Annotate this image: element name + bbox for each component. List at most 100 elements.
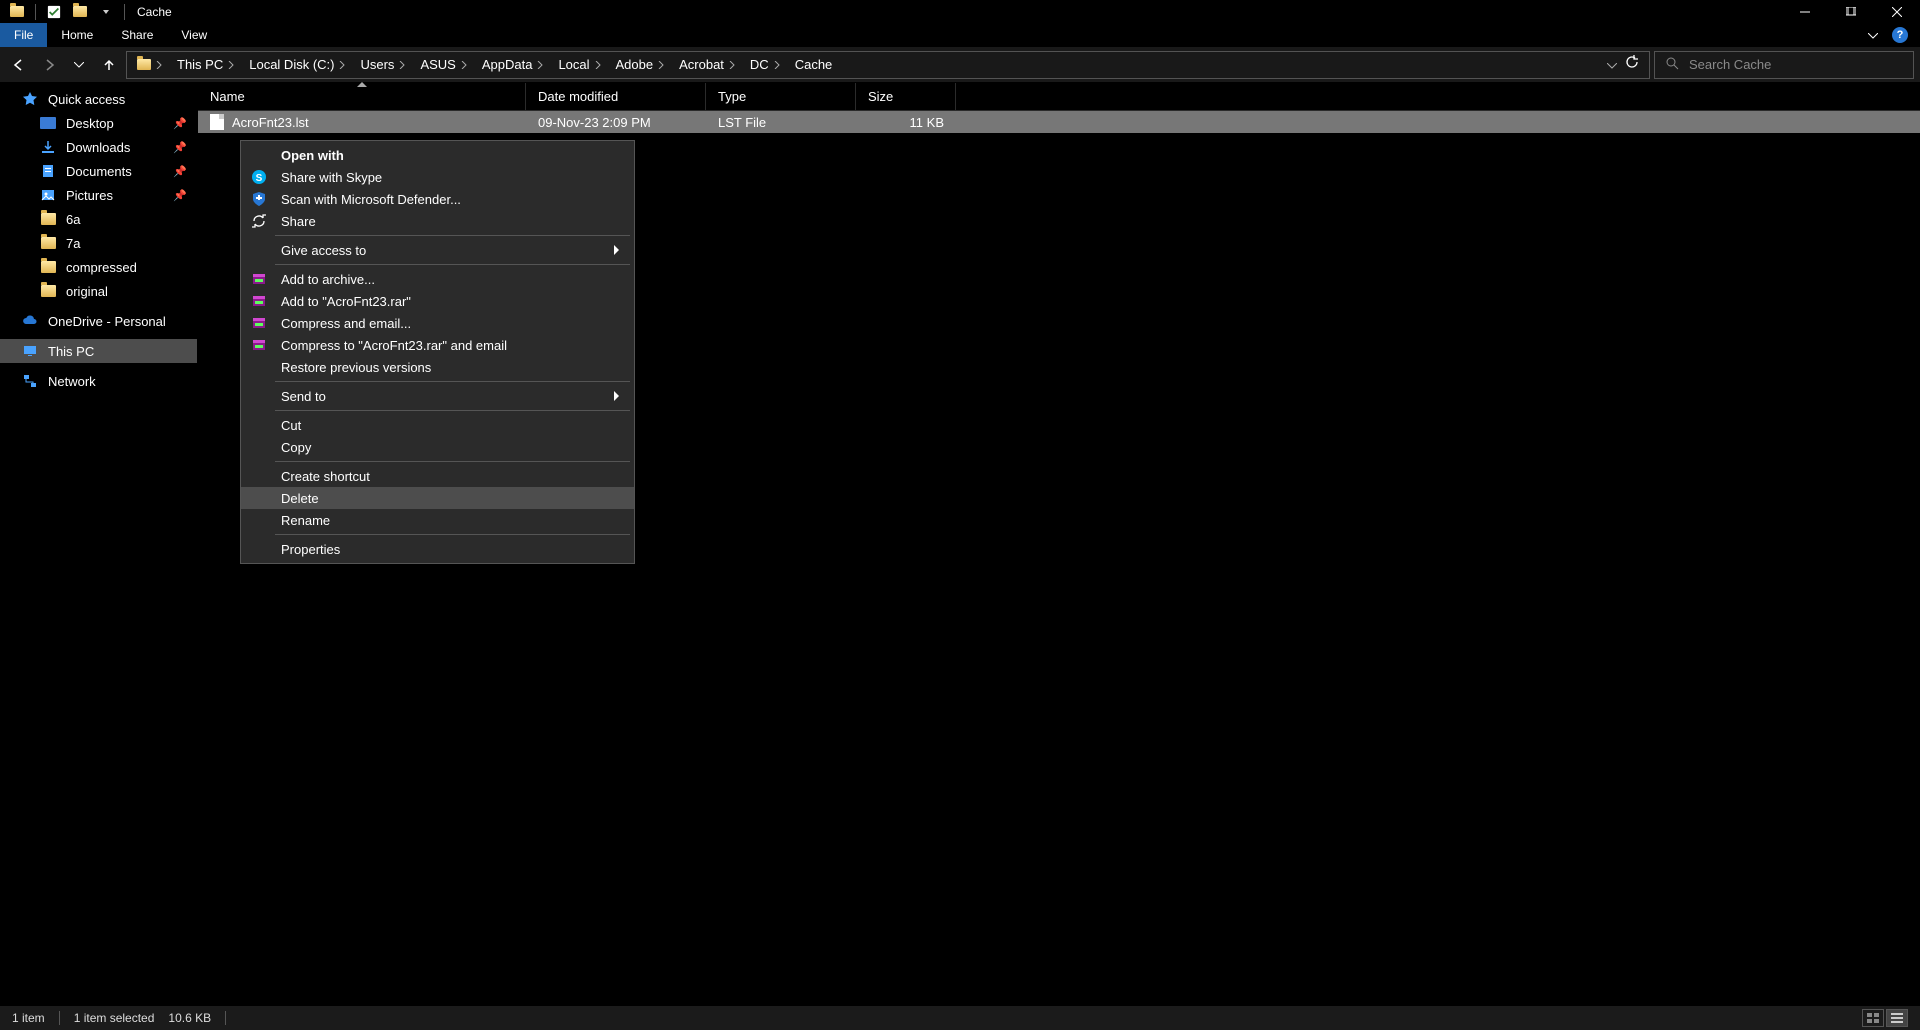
ctx-share[interactable]: Share <box>241 210 634 232</box>
sidebar-item-compressed[interactable]: compressed <box>0 255 197 279</box>
breadcrumb-item[interactable]: Local Disk (C:) <box>243 57 352 72</box>
sidebar-item-6a[interactable]: 6a <box>0 207 197 231</box>
ctx-copy[interactable]: Copy <box>241 436 634 458</box>
ctx-separator <box>275 381 630 382</box>
column-name[interactable]: Name <box>198 83 526 110</box>
sidebar-item-original[interactable]: original <box>0 279 197 303</box>
sidebar-this-pc[interactable]: This PC <box>0 339 197 363</box>
qat-divider-2 <box>124 4 125 20</box>
sidebar-onedrive[interactable]: OneDrive - Personal <box>0 309 197 333</box>
sidebar-label: Network <box>48 374 96 389</box>
breadcrumb-item[interactable]: Adobe <box>610 57 672 72</box>
tab-view[interactable]: View <box>167 23 221 47</box>
ctx-label: Delete <box>281 491 319 506</box>
ctx-label: Properties <box>281 542 340 557</box>
ctx-add-archive[interactable]: Add to archive... <box>241 268 634 290</box>
breadcrumb-item[interactable]: AppData <box>476 57 551 72</box>
recent-locations-button[interactable] <box>66 52 92 78</box>
sidebar-label: OneDrive - Personal <box>48 314 166 329</box>
breadcrumb-item[interactable]: Acrobat <box>673 57 742 72</box>
column-size[interactable]: Size <box>856 83 956 110</box>
column-label: Size <box>868 89 893 104</box>
qat-divider <box>35 4 36 20</box>
help-icon[interactable]: ? <box>1892 27 1908 43</box>
up-button[interactable] <box>96 52 122 78</box>
ctx-compress-email[interactable]: Compress and email... <box>241 312 634 334</box>
search-input[interactable]: Search Cache <box>1654 51 1914 79</box>
address-dropdown-icon[interactable] <box>1607 56 1617 74</box>
ctx-label: Share <box>281 214 316 229</box>
refresh-icon[interactable] <box>1625 55 1639 74</box>
winrar-icon <box>251 337 267 353</box>
column-type[interactable]: Type <box>706 83 856 110</box>
window-controls <box>1782 0 1920 23</box>
ctx-label: Send to <box>281 389 326 404</box>
breadcrumb-item[interactable]: Local <box>552 57 607 72</box>
ctx-restore-versions[interactable]: Restore previous versions <box>241 356 634 378</box>
breadcrumb-item[interactable]: Users <box>354 57 412 72</box>
breadcrumb-root-icon[interactable] <box>131 59 169 70</box>
sidebar-item-downloads[interactable]: Downloads 📌 <box>0 135 197 159</box>
qat-dropdown[interactable] <box>98 4 114 20</box>
pictures-icon <box>40 187 56 203</box>
forward-button[interactable] <box>36 52 62 78</box>
ctx-create-shortcut[interactable]: Create shortcut <box>241 465 634 487</box>
ctx-share-skype[interactable]: SShare with Skype <box>241 166 634 188</box>
status-item-count: 1 item <box>12 1011 45 1025</box>
breadcrumb-item[interactable]: ASUS <box>414 57 473 72</box>
close-button[interactable] <box>1874 0 1920 23</box>
status-selected: 1 item selected <box>74 1011 155 1025</box>
current-folder-qat-icon[interactable] <box>72 4 88 20</box>
back-button[interactable] <box>6 52 32 78</box>
ctx-send-to[interactable]: Send to <box>241 385 634 407</box>
tab-share[interactable]: Share <box>107 23 167 47</box>
column-date[interactable]: Date modified <box>526 83 706 110</box>
minimize-button[interactable] <box>1782 0 1828 23</box>
sidebar-item-7a[interactable]: 7a <box>0 231 197 255</box>
file-name-cell: AcroFnt23.lst <box>198 114 526 130</box>
tab-file[interactable]: File <box>0 23 47 47</box>
monitor-icon <box>22 343 38 359</box>
breadcrumb-label: This PC <box>177 57 223 72</box>
properties-qat-icon[interactable] <box>46 4 62 20</box>
ctx-open-with[interactable]: Open with <box>241 144 634 166</box>
ctx-cut[interactable]: Cut <box>241 414 634 436</box>
ctx-properties[interactable]: Properties <box>241 538 634 560</box>
sidebar-quick-access[interactable]: Quick access <box>0 87 197 111</box>
file-name: AcroFnt23.lst <box>232 115 309 130</box>
sidebar-item-documents[interactable]: Documents 📌 <box>0 159 197 183</box>
sidebar-network[interactable]: Network <box>0 369 197 393</box>
network-icon <box>22 373 38 389</box>
breadcrumb-item[interactable]: Cache <box>789 57 839 72</box>
column-label: Date modified <box>538 89 618 104</box>
breadcrumb-item[interactable]: This PC <box>171 57 241 72</box>
breadcrumb-label: Local <box>558 57 589 72</box>
submenu-arrow-icon <box>614 389 620 404</box>
folder-icon <box>40 235 56 251</box>
breadcrumb-label: AppData <box>482 57 533 72</box>
ctx-label: Create shortcut <box>281 469 370 484</box>
sidebar: Quick access Desktop 📌 Downloads 📌 Docum… <box>0 83 198 1006</box>
ctx-delete[interactable]: Delete <box>241 487 634 509</box>
ctx-scan-defender[interactable]: Scan with Microsoft Defender... <box>241 188 634 210</box>
maximize-button[interactable] <box>1828 0 1874 23</box>
view-details-button[interactable] <box>1886 1009 1908 1027</box>
pin-icon: 📌 <box>173 117 187 130</box>
breadcrumb-label: Acrobat <box>679 57 724 72</box>
view-thumbnails-button[interactable] <box>1862 1009 1884 1027</box>
ctx-rename[interactable]: Rename <box>241 509 634 531</box>
tab-home[interactable]: Home <box>47 23 107 47</box>
file-row[interactable]: AcroFnt23.lst 09-Nov-23 2:09 PM LST File… <box>198 111 1920 133</box>
address-bar[interactable]: This PC Local Disk (C:) Users ASUS AppDa… <box>126 51 1650 79</box>
ribbon-expand-icon[interactable] <box>1868 26 1878 44</box>
breadcrumb-item[interactable]: DC <box>744 57 787 72</box>
ctx-separator <box>275 534 630 535</box>
ctx-add-rar[interactable]: Add to "AcroFnt23.rar" <box>241 290 634 312</box>
ctx-compress-rar-email[interactable]: Compress to "AcroFnt23.rar" and email <box>241 334 634 356</box>
ctx-give-access[interactable]: Give access to <box>241 239 634 261</box>
sidebar-item-desktop[interactable]: Desktop 📌 <box>0 111 197 135</box>
downloads-icon <box>40 139 56 155</box>
ctx-label: Cut <box>281 418 301 433</box>
search-icon <box>1665 56 1679 73</box>
sidebar-item-pictures[interactable]: Pictures 📌 <box>0 183 197 207</box>
